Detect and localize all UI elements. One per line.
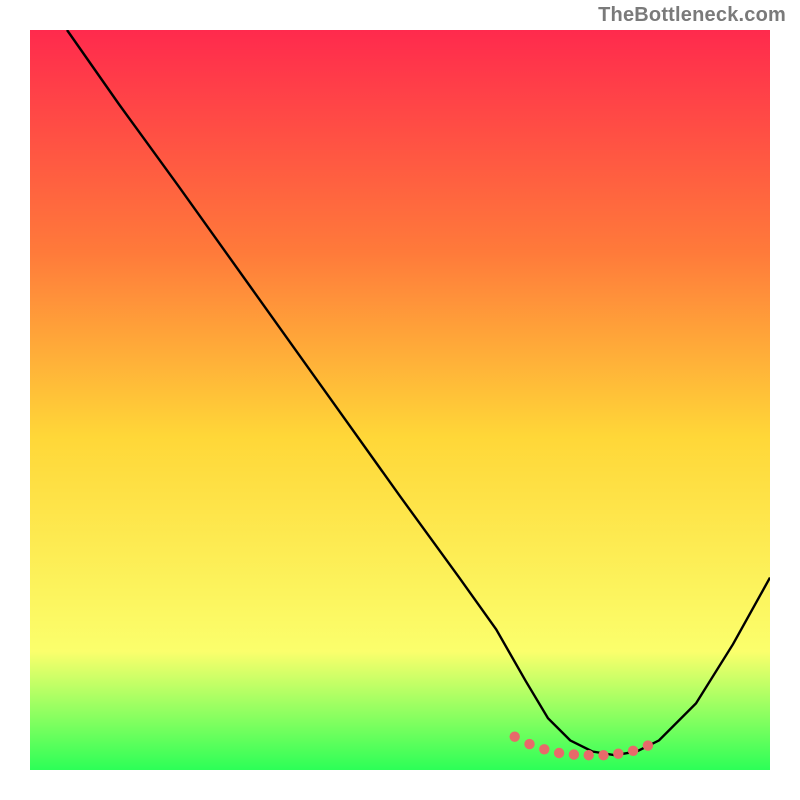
watermark-label: TheBottleneck.com xyxy=(598,4,786,27)
marker-dot xyxy=(554,748,564,758)
marker-dot xyxy=(569,749,579,759)
marker-dot xyxy=(539,744,549,754)
frame-bottom xyxy=(0,770,800,800)
marker-dot xyxy=(643,740,653,750)
bottleneck-curve-plot xyxy=(0,0,800,800)
marker-dot xyxy=(524,739,534,749)
frame-right xyxy=(770,0,800,800)
marker-dot xyxy=(613,749,623,759)
marker-dot xyxy=(584,750,594,760)
gradient-background xyxy=(30,30,770,770)
chart-container: { "watermark": "TheBottleneck.com", "col… xyxy=(0,0,800,800)
marker-dot xyxy=(510,732,520,742)
marker-dot xyxy=(628,746,638,756)
marker-dot xyxy=(598,750,608,760)
frame-left xyxy=(0,0,30,800)
